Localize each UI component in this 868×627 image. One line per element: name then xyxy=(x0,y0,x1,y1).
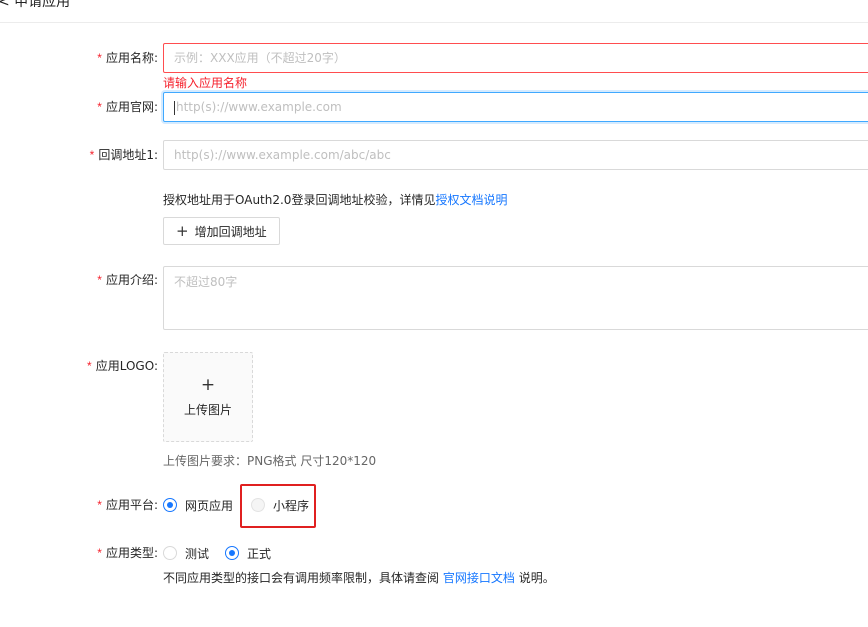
plus-icon: + xyxy=(176,222,189,240)
callback-help: 授权地址用于OAuth2.0登录回调地址校验，详情见授权文档说明 xyxy=(163,193,508,207)
page-title[interactable]: < 申请应用 xyxy=(0,0,70,11)
logo-label: * 应用LOGO: xyxy=(87,359,158,373)
auth-doc-link[interactable]: 授权文档说明 xyxy=(435,193,507,207)
platform-label: * 应用平台: xyxy=(97,498,158,512)
upload-label: 上传图片 xyxy=(183,403,232,417)
type-help: 不同应用类型的接口会有调用频率限制，具体请查阅 官网接口文档 说明。 xyxy=(163,571,555,585)
radio-checked-icon xyxy=(163,498,177,512)
radio-web-app[interactable]: 网页应用 xyxy=(163,497,233,514)
radio-unchecked-icon xyxy=(163,546,177,560)
callback-label: * 回调地址1: xyxy=(89,148,158,162)
upload-hint: 上传图片要求：PNG格式 尺寸120*120 xyxy=(163,454,377,468)
highlight-box xyxy=(240,484,316,528)
type-radio-group: 测试 正式 xyxy=(163,538,287,568)
radio-production[interactable]: 正式 xyxy=(225,545,271,562)
type-label: * 应用类型: xyxy=(97,546,158,560)
app-name-input[interactable]: 示例：XXX应用（不超过20字） xyxy=(163,43,868,73)
website-label: * 应用官网: xyxy=(97,100,158,114)
intro-textarea[interactable]: 不超过80字 xyxy=(163,266,868,330)
app-name-label: * 应用名称: xyxy=(97,51,158,65)
intro-label: * 应用介绍: xyxy=(97,273,158,287)
api-doc-link[interactable]: 官网接口文档 xyxy=(443,571,515,585)
text-caret xyxy=(174,100,175,115)
radio-test[interactable]: 测试 xyxy=(163,545,209,562)
radio-checked-icon xyxy=(225,546,240,560)
plus-icon: + xyxy=(200,375,216,395)
callback-input[interactable]: http(s)://www.example.com/abc/abc xyxy=(163,140,868,170)
upload-image-button[interactable]: + 上传图片 xyxy=(163,352,253,442)
website-input[interactable]: http(s)://www.example.com xyxy=(163,92,868,122)
page-header: < 申请应用 xyxy=(0,0,868,23)
add-callback-button[interactable]: + 增加回调地址 xyxy=(163,217,280,245)
app-name-error: 请输入应用名称 xyxy=(163,76,248,90)
